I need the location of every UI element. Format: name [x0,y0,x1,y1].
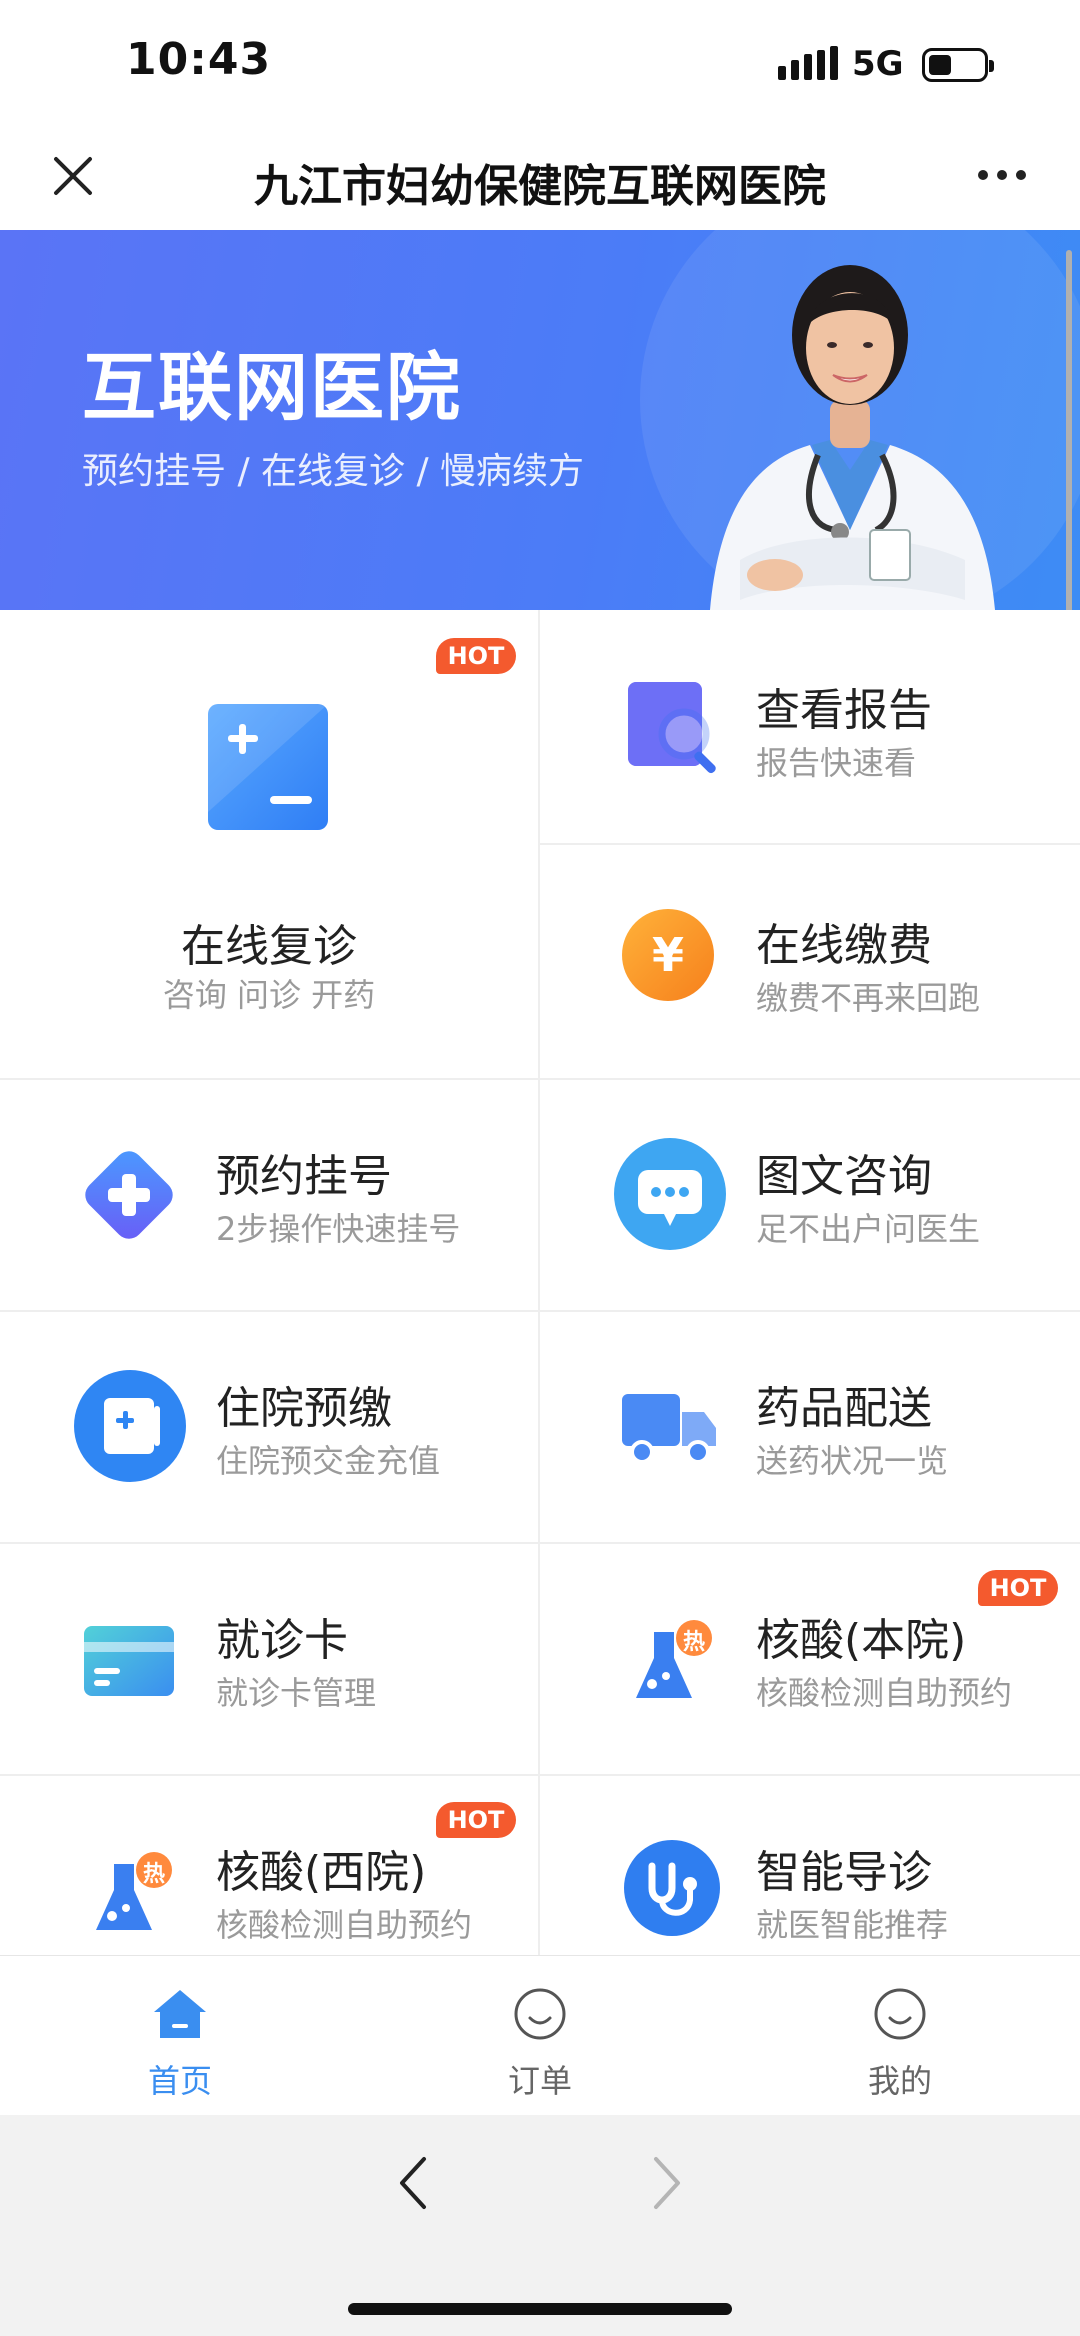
tab-home[interactable]: 首页 [0,1956,360,2116]
hot-badge: HOT [978,1570,1058,1606]
network-type: 5G [852,44,904,84]
service-name: 查看报告 [756,685,932,736]
service-name: 核酸(西院) [216,1847,427,1898]
service-view-report[interactable]: 查看报告 报告快速看 [540,610,1080,843]
tab-label: 我的 [867,2062,932,2100]
service-smart-guide[interactable]: 智能导诊 就医智能推荐 [540,1776,1080,1955]
tab-mine[interactable]: 我的 [720,1956,1080,2116]
tab-orders[interactable]: 订单 [360,1956,720,2116]
service-online-payment[interactable]: ¥ 在线缴费 缴费不再来回跑 [540,845,1080,1078]
chat-bubble-icon [612,1136,728,1252]
banner-subtitle: 预约挂号 / 在线复诊 / 慢病续方 [82,451,585,492]
svg-text:¥: ¥ [652,928,684,982]
status-bar: 10:43 5G [0,0,1080,120]
forward-arrow-icon[interactable] [652,2155,682,2211]
service-name: 就诊卡 [216,1615,348,1666]
home-indicator[interactable] [348,2303,732,2315]
service-desc: 缴费不再来回跑 [756,979,981,1017]
yen-coin-icon: ¥ [620,907,716,1003]
service-nucleic-main[interactable]: HOT 热 核酸(本院) 核酸检测自助预约 [540,1544,1080,1774]
hot-mark: 热 [142,1862,165,1887]
service-desc: 核酸检测自助预约 [756,1674,1013,1712]
service-desc: 足不出户问医生 [756,1210,981,1248]
hospital-deposit-icon [72,1368,188,1484]
service-name: 核酸(本院) [756,1615,967,1666]
title-bar: 九江市妇幼保健院互联网医院 [0,120,1080,230]
service-desc: 报告快速看 [756,744,917,782]
banner-title: 互联网医院 [82,345,462,431]
service-name: 药品配送 [756,1383,932,1434]
service-desc: 送药状况一览 [756,1442,949,1480]
medical-cross-diamond-icon [70,1136,188,1254]
tab-label: 首页 [147,2062,212,2100]
back-arrow-icon[interactable] [398,2155,428,2211]
service-name: 在线缴费 [756,920,932,971]
service-desc: 咨询 问诊 开药 [162,976,376,1014]
service-inpatient-deposit[interactable]: 住院预缴 住院预交金充值 [0,1312,538,1542]
service-desc: 核酸检测自助预约 [216,1906,473,1944]
service-desc: 2步操作快速挂号 [216,1210,461,1248]
smile-icon [874,1988,926,2040]
service-name: 住院预缴 [216,1383,392,1434]
smile-icon [514,1988,566,2040]
service-drug-delivery[interactable]: 药品配送 送药状况一览 [540,1312,1080,1542]
stethoscope-icon [622,1838,722,1938]
page-title: 九江市妇幼保健院互联网医院 [254,161,826,212]
service-desc: 住院预交金充值 [216,1442,441,1480]
signal-icon [778,44,838,80]
search-report-icon [626,680,730,780]
service-name: 在线复诊 [181,921,357,972]
hero-banner: 互联网医院 预约挂号 / 在线复诊 / 慢病续方 [0,230,1080,610]
flask-icon: 热 [96,1846,184,1942]
service-text-consult[interactable]: 图文咨询 足不出户问医生 [540,1080,1080,1310]
plus-minus-icon [206,702,330,832]
service-desc: 就诊卡管理 [216,1674,377,1712]
service-desc: 就医智能推荐 [756,1906,949,1944]
flask-icon: 热 [636,1614,724,1710]
service-visit-card[interactable]: 就诊卡 就诊卡管理 [0,1544,538,1774]
hot-badge: HOT [436,1802,516,1838]
hot-badge: HOT [436,638,516,674]
tab-label: 订单 [507,2062,572,2100]
service-appointment[interactable]: 预约挂号 2步操作快速挂号 [0,1080,538,1310]
card-icon [82,1624,176,1698]
battery-icon [922,48,994,82]
service-name: 智能导诊 [756,1847,932,1898]
service-nucleic-west[interactable]: HOT 热 核酸(西院) 核酸检测自助预约 [0,1776,538,1955]
service-name: 图文咨询 [756,1151,932,1202]
status-time: 10:43 [126,34,272,85]
bottom-tab-bar: 首页 订单 我的 [0,1955,1080,2115]
hot-mark: 热 [682,1630,705,1655]
more-icon[interactable] [978,170,1026,180]
home-icon [154,1990,206,2038]
delivery-truck-icon [620,1390,720,1466]
service-online-revisit[interactable]: HOT 在线复诊 咨询 问诊 开药 [0,610,538,1078]
service-grid: HOT 在线复诊 咨询 问诊 开药 查看报告 报告快速看 ¥ 在线缴费 缴费不再… [0,610,1080,1955]
service-name: 预约挂号 [216,1151,392,1202]
doctor-illustration [710,265,995,610]
